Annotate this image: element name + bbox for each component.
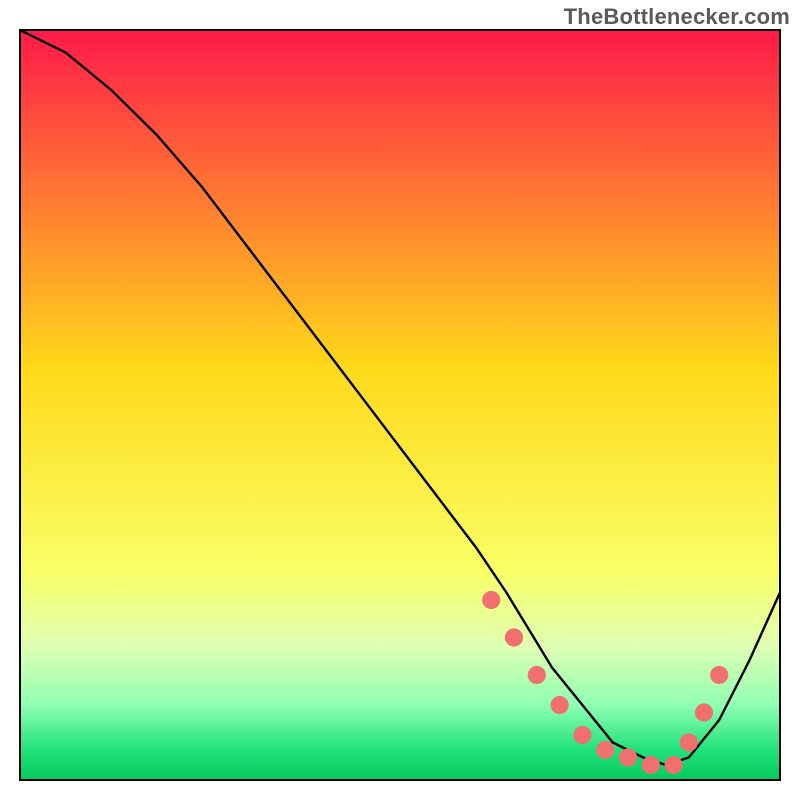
highlight-marker [680,733,698,751]
highlight-marker [619,748,637,766]
highlight-marker [573,726,591,744]
highlight-marker [642,756,660,774]
watermark-text: TheBottlenecker.com [564,4,790,30]
highlight-marker [505,628,523,646]
gradient-background [20,30,780,780]
highlight-marker [695,703,713,721]
highlight-marker [482,591,500,609]
chart-container: TheBottlenecker.com [0,0,800,800]
highlight-marker [596,741,614,759]
highlight-marker [528,666,546,684]
highlight-marker [551,696,569,714]
bottleneck-chart [0,0,800,800]
highlight-marker [665,756,683,774]
highlight-marker [710,666,728,684]
